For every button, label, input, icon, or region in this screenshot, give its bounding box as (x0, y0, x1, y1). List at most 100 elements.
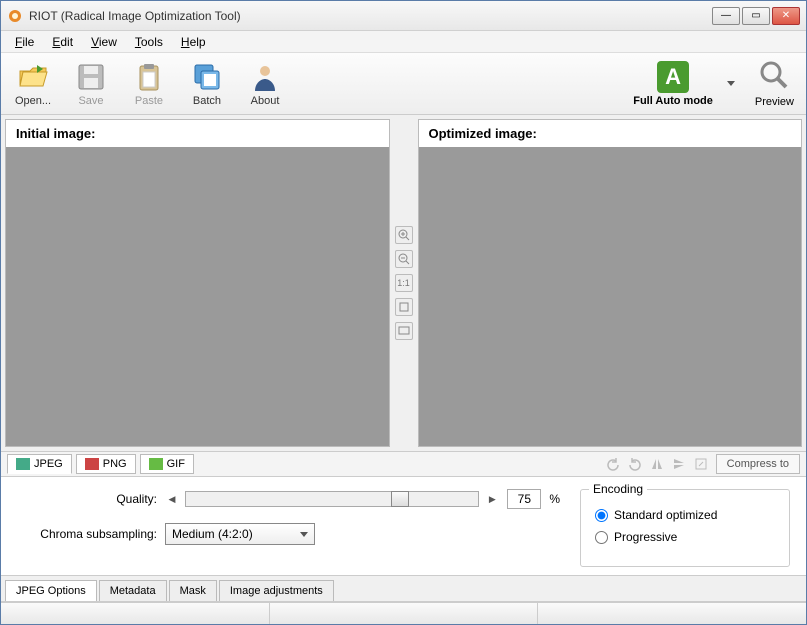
minimize-button[interactable]: — (712, 7, 740, 25)
auto-mode-label: Full Auto mode (633, 95, 713, 107)
magnifier-icon (758, 59, 790, 94)
close-button[interactable]: ✕ (772, 7, 800, 25)
format-tab-png-label: PNG (103, 458, 127, 470)
menu-view[interactable]: View (83, 33, 125, 51)
auto-mode-group: A Full Auto mode (629, 59, 741, 109)
flip-vertical-icon[interactable] (672, 457, 686, 471)
quality-percent-label: % (549, 492, 560, 506)
encoding-progressive-radio[interactable]: Progressive (595, 530, 775, 544)
format-tab-gif[interactable]: GIF (140, 454, 194, 474)
app-icon (7, 8, 23, 24)
tab-jpeg-options[interactable]: JPEG Options (5, 580, 97, 601)
batch-button[interactable]: Batch (183, 56, 231, 112)
zoom-actual-icon[interactable]: 1:1 (395, 274, 413, 292)
tab-metadata[interactable]: Metadata (99, 580, 167, 601)
batch-label: Batch (193, 95, 221, 107)
quality-slider-wrap: ◀ ▶ (165, 491, 499, 507)
clipboard-icon (133, 61, 165, 93)
quality-input[interactable] (507, 489, 541, 509)
about-button[interactable]: About (241, 56, 289, 112)
rotate-ccw-icon[interactable] (606, 457, 620, 471)
chroma-value: Medium (4:2:0) (172, 527, 253, 541)
paste-label: Paste (135, 95, 163, 107)
person-icon (249, 61, 281, 93)
fit-window-icon[interactable] (395, 298, 413, 316)
encoding-progressive-input[interactable] (595, 531, 608, 544)
folder-open-icon (17, 61, 49, 93)
quality-decrease-button[interactable]: ◀ (165, 491, 179, 507)
initial-panel: Initial image: (5, 119, 390, 447)
auto-mode-dropdown[interactable] (727, 81, 735, 86)
window-controls: — ▭ ✕ (712, 7, 800, 25)
auto-mode-button[interactable]: A Full Auto mode (629, 59, 717, 109)
tab-image-adjustments[interactable]: Image adjustments (219, 580, 334, 601)
resize-icon[interactable] (694, 457, 708, 471)
chroma-label: Chroma subsampling: (17, 527, 157, 541)
initial-header: Initial image: (6, 120, 389, 147)
encoding-group: Encoding Standard optimized Progressive (580, 489, 790, 567)
save-label: Save (78, 95, 103, 107)
batch-icon (191, 61, 223, 93)
quality-slider[interactable] (185, 491, 479, 507)
chroma-select[interactable]: Medium (4:2:0) (165, 523, 315, 545)
optimized-canvas[interactable] (419, 147, 802, 446)
encoding-standard-radio[interactable]: Standard optimized (595, 508, 775, 522)
window-title: RIOT (Radical Image Optimization Tool) (29, 9, 712, 23)
titlebar: RIOT (Radical Image Optimization Tool) —… (1, 1, 806, 31)
status-cell-3 (538, 603, 806, 624)
zoom-in-icon[interactable] (395, 226, 413, 244)
chevron-down-icon (300, 532, 308, 537)
format-tab-jpeg-label: JPEG (34, 458, 63, 470)
format-tabs: JPEG PNG GIF (7, 454, 194, 474)
statusbar (1, 602, 806, 624)
status-cell-1 (1, 603, 270, 624)
jpeg-icon (16, 458, 30, 470)
preview-label: Preview (755, 96, 794, 108)
floppy-disk-icon (75, 61, 107, 93)
quality-label: Quality: (17, 492, 157, 506)
initial-canvas[interactable] (6, 147, 389, 446)
about-label: About (251, 95, 280, 107)
main-window: RIOT (Radical Image Optimization Tool) —… (0, 0, 807, 625)
options-panel: Quality: ◀ ▶ % Chroma subsampling: Mediu… (1, 477, 806, 576)
encoding-progressive-label: Progressive (614, 530, 677, 544)
preview-button[interactable]: Preview (751, 57, 798, 110)
quality-section: Quality: ◀ ▶ % Chroma subsampling: Mediu… (17, 489, 560, 545)
zoom-out-icon[interactable] (395, 250, 413, 268)
menu-tools[interactable]: Tools (127, 33, 171, 51)
quality-slider-thumb[interactable] (391, 491, 409, 507)
menu-help[interactable]: Help (173, 33, 214, 51)
format-bar: JPEG PNG GIF Compress to (1, 451, 806, 477)
flip-horizontal-icon[interactable] (650, 457, 664, 471)
format-tab-jpeg[interactable]: JPEG (7, 454, 72, 474)
compress-to-button[interactable]: Compress to (716, 454, 800, 474)
encoding-standard-label: Standard optimized (614, 508, 717, 522)
gif-icon (149, 458, 163, 470)
png-icon (85, 458, 99, 470)
maximize-button[interactable]: ▭ (742, 7, 770, 25)
menu-edit[interactable]: Edit (44, 33, 81, 51)
format-tab-gif-label: GIF (167, 458, 185, 470)
chroma-row: Chroma subsampling: Medium (4:2:0) (17, 523, 560, 545)
quality-row: Quality: ◀ ▶ % (17, 489, 560, 509)
optimized-header: Optimized image: (419, 120, 802, 147)
optimized-panel: Optimized image: (418, 119, 803, 447)
encoding-standard-input[interactable] (595, 509, 608, 522)
format-tab-png[interactable]: PNG (76, 454, 136, 474)
menubar: File Edit View Tools Help (1, 31, 806, 53)
format-actions: Compress to (606, 454, 800, 474)
status-cell-2 (270, 603, 539, 624)
save-button[interactable]: Save (67, 56, 115, 112)
toolbar: Open... Save Paste Batch About (1, 53, 806, 115)
quality-increase-button[interactable]: ▶ (485, 491, 499, 507)
fit-screen-icon[interactable] (395, 322, 413, 340)
rotate-cw-icon[interactable] (628, 457, 642, 471)
encoding-legend: Encoding (589, 482, 647, 496)
menu-file[interactable]: File (7, 33, 42, 51)
image-area: Initial image: 1:1 Optimized image: (1, 115, 806, 451)
bottom-tabs: JPEG Options Metadata Mask Image adjustm… (1, 576, 806, 602)
paste-button[interactable]: Paste (125, 56, 173, 112)
open-button[interactable]: Open... (9, 56, 57, 112)
open-label: Open... (15, 95, 51, 107)
tab-mask[interactable]: Mask (169, 580, 217, 601)
